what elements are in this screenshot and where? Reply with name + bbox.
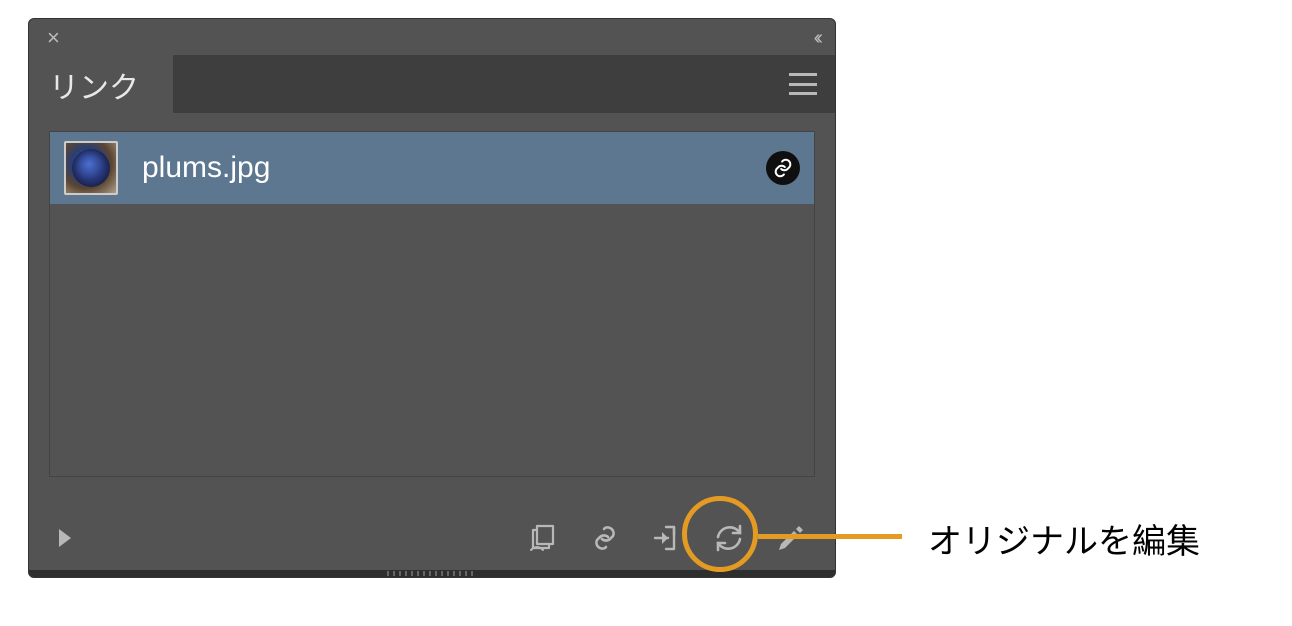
expand-triangle-icon[interactable]: [55, 526, 75, 550]
link-row[interactable]: plums.jpg: [50, 132, 814, 204]
collapse-panel-icon[interactable]: ‹‹: [814, 27, 819, 50]
links-list: plums.jpg: [49, 131, 815, 477]
cc-library-link-icon: [766, 151, 800, 185]
update-link-icon[interactable]: [711, 520, 747, 556]
link-thumbnail: [64, 141, 118, 195]
relink-from-cc-icon[interactable]: [525, 520, 561, 556]
edit-original-icon[interactable]: [773, 520, 809, 556]
panel-resize-bar[interactable]: [29, 570, 835, 577]
panel-tab-row: リンク: [29, 55, 835, 113]
panel-tab-strip: [173, 55, 835, 113]
tab-links[interactable]: リンク: [29, 55, 173, 113]
link-filename: plums.jpg: [142, 151, 766, 185]
panel-menu-icon[interactable]: [789, 73, 817, 95]
callout-label: オリジナルを編集: [928, 514, 1200, 563]
relink-icon[interactable]: [587, 520, 623, 556]
links-panel: × ‹‹ リンク plums.jpg: [28, 18, 836, 578]
panel-bottom-bar: [29, 513, 835, 563]
go-to-link-icon[interactable]: [649, 520, 685, 556]
tab-label: リンク: [49, 63, 139, 107]
panel-toolbar: [525, 520, 809, 556]
panel-header: × ‹‹: [29, 19, 835, 55]
close-icon[interactable]: ×: [47, 27, 60, 49]
